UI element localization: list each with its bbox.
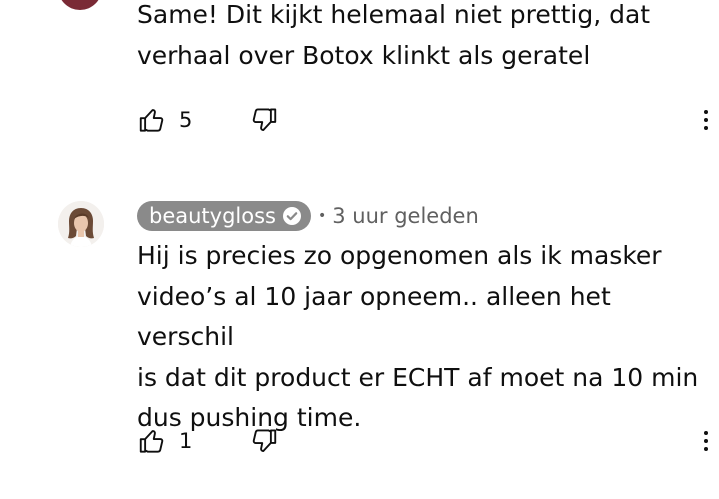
- dislike-button[interactable]: [249, 105, 279, 135]
- comment-actions: 5: [137, 105, 277, 135]
- like-count: 5: [179, 108, 193, 132]
- thumb-up-icon: [139, 430, 164, 453]
- commenter-avatar[interactable]: [58, 0, 102, 10]
- thumb-down-icon: [252, 108, 277, 131]
- channel-name-badge[interactable]: beautygloss: [137, 201, 311, 231]
- commenter-avatar[interactable]: [58, 201, 104, 247]
- more-dot-icon: [704, 118, 708, 122]
- more-options-button[interactable]: [699, 426, 713, 456]
- comment-header: beautygloss • 3 uur geleden: [137, 201, 479, 231]
- comment-text: Hij is precies zo opgenomen als ik maske…: [137, 241, 699, 432]
- thumb-up-icon: [139, 109, 164, 132]
- comment-text: Same! Dit kijkt helemaal niet prettig, d…: [137, 0, 651, 70]
- more-dot-icon: [704, 447, 708, 451]
- verified-check-icon: [282, 207, 301, 225]
- more-dot-icon: [704, 110, 708, 114]
- comment-actions: 1: [137, 426, 277, 456]
- thumb-down-icon: [252, 429, 277, 452]
- like-button[interactable]: 1: [137, 426, 192, 456]
- like-button[interactable]: 5: [137, 105, 192, 135]
- like-count: 1: [179, 429, 193, 453]
- more-dot-icon: [704, 431, 708, 435]
- more-dot-icon: [704, 439, 708, 443]
- dislike-button[interactable]: [249, 426, 279, 456]
- avatar-portrait-icon: [58, 201, 104, 247]
- comment-timestamp[interactable]: 3 uur geleden: [332, 204, 479, 228]
- more-dot-icon: [704, 126, 708, 130]
- channel-name: beautygloss: [149, 204, 276, 228]
- more-options-button[interactable]: [699, 105, 713, 135]
- header-separator: •: [317, 208, 327, 224]
